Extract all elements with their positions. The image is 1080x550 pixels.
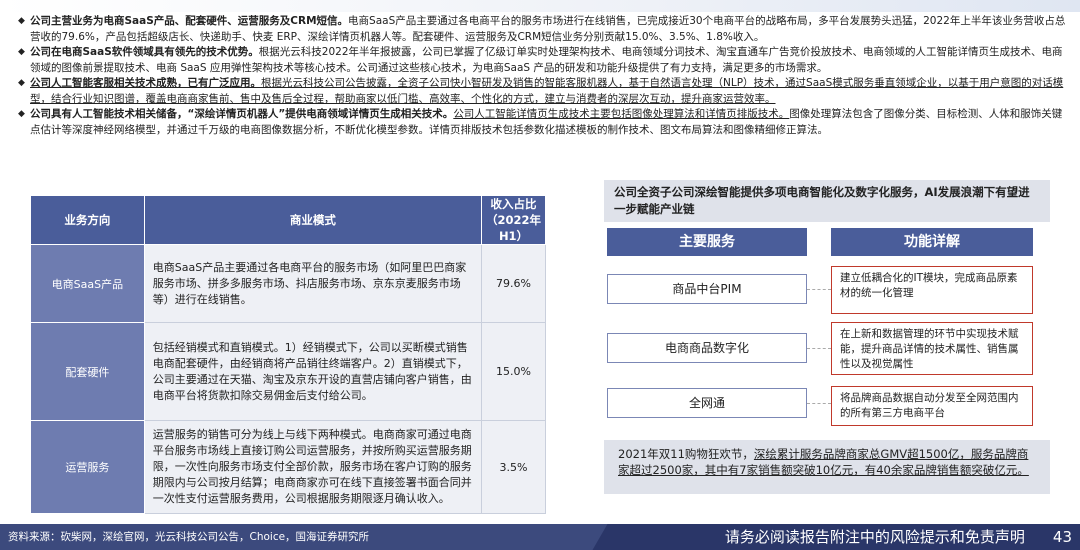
bullet-4-body-underlined: 公司人工智能详情页生成技术主要包括图像处理算法和详情页排版技术。 — [453, 108, 790, 120]
right-panel-title: 公司全资子公司深绘智能提供多项电商智能化及数字化服务，AI发展浪潮下有望进一步赋… — [604, 180, 1050, 222]
right-panel-bottom-note: 2021年双11购物狂欢节，深绘累计服务品牌商家总GMV超1500亿，服务品牌商… — [604, 440, 1050, 494]
service-box-digitization: 电商商品数字化 — [607, 333, 807, 363]
table-cell-share: 3.5% — [481, 420, 546, 514]
table-cell-direction: 配套硬件 — [30, 322, 145, 421]
footer-disclaimer: 请务必阅读报告附注中的风险提示和免责声明 — [724, 528, 1025, 546]
table-cell-share: 79.6% — [481, 244, 546, 323]
bullet-diamond-icon: ◆ — [18, 78, 25, 88]
top-decoration — [0, 0, 1080, 12]
services-header: 主要服务 — [607, 228, 807, 256]
table-row: 电商SaaS产品 电商SaaS产品主要通过各电商平台的服务市场（如阿里巴巴商家服… — [30, 244, 546, 323]
bullet-4: ◆ 公司具有人工智能技术相关储备，“深绘详情页机器人”提供电商领域详情页生成相关… — [18, 107, 1068, 138]
footer-disclaimer-bar: 请务必阅读报告附注中的风险提示和免责声明 43 — [620, 524, 1080, 550]
details-header: 功能详解 — [831, 228, 1033, 256]
footer: 资料来源：砍柴网，深绘官网，光云科技公司公告，Choice，国海证券研究所 请务… — [0, 524, 1080, 550]
detail-box-omnichannel: 将品牌商品数据自动分发至全网范围内的所有第三方电商平台 — [831, 386, 1033, 426]
table-cell-model: 包括经销模式和直销模式。1）经销模式下，公司以买断模式销售电商配套硬件，由经销商… — [143, 322, 483, 421]
bullet-2-head: 公司在电商SaaS软件领域具有领先的技术优势。 — [30, 46, 259, 58]
connector-line — [807, 348, 831, 349]
table-header-share: 收入占比（2022年H1） — [481, 195, 546, 245]
bullet-3-head: 公司人工智能客服相关技术成熟，已有广泛应用。 — [30, 77, 261, 89]
table-cell-direction: 运营服务 — [30, 420, 145, 514]
service-box-omnichannel: 全网通 — [607, 388, 807, 418]
bullet-diamond-icon: ◆ — [18, 47, 25, 57]
bullet-4-head: 公司具有人工智能技术相关储备，“深绘详情页机器人”提供电商领域详情页生成相关技术… — [30, 108, 454, 120]
bullet-diamond-icon: ◆ — [18, 109, 25, 119]
detail-box-pim: 建立低耦合化的IT模块，完成商品原素材的统一化管理 — [831, 266, 1033, 314]
connector-line — [807, 403, 831, 404]
table-cell-model: 运营服务的销售可分为线上与线下两种模式。电商商家可通过电商平台服务市场线上直接订… — [143, 420, 483, 514]
bullet-1: ◆ 公司主营业务为电商SaaS产品、配套硬件、运营服务及CRM短信。电商SaaS… — [18, 14, 1068, 45]
bullet-2: ◆ 公司在电商SaaS软件领域具有领先的技术优势。根据光云科技2022年半年报披… — [18, 45, 1068, 76]
bullet-diamond-icon: ◆ — [18, 16, 25, 26]
table-header-row: 业务方向 商业模式 收入占比（2022年H1） — [30, 195, 546, 245]
table-header-model: 商业模式 — [143, 195, 483, 245]
table-header-direction: 业务方向 — [30, 195, 145, 245]
table-row: 运营服务 运营服务的销售可分为线上与线下两种模式。电商商家可通过电商平台服务市场… — [30, 420, 546, 514]
page-number: 43 — [1052, 528, 1072, 546]
table-cell-model: 电商SaaS产品主要通过各电商平台的服务市场（如阿里巴巴商家服务市场、拼多多服务… — [143, 244, 483, 323]
table-cell-share: 15.0% — [481, 322, 546, 421]
bottom-note-plain: 2021年双11购物狂欢节， — [618, 447, 754, 461]
table-cell-direction: 电商SaaS产品 — [30, 244, 145, 323]
connector-line — [807, 289, 831, 290]
service-box-pim: 商品中台PIM — [607, 274, 807, 304]
bullet-1-head: 公司主营业务为电商SaaS产品、配套硬件、运营服务及CRM短信。 — [30, 15, 349, 27]
detail-box-digitization: 在上新和数据管理的环节中实现技术赋能，提升商品详情的技术属性、销售属性以及视觉属… — [831, 322, 1033, 375]
business-model-table: 业务方向 商业模式 收入占比（2022年H1） 电商SaaS产品 电商SaaS产… — [30, 195, 546, 514]
table-row: 配套硬件 包括经销模式和直销模式。1）经销模式下，公司以买断模式销售电商配套硬件… — [30, 322, 546, 421]
bullet-3: ◆ 公司人工智能客服相关技术成熟，已有广泛应用。根据光云科技公司公告披露，全资子… — [18, 76, 1068, 107]
bullet-list: ◆ 公司主营业务为电商SaaS产品、配套硬件、运营服务及CRM短信。电商SaaS… — [18, 14, 1068, 138]
footer-source: 资料来源：砍柴网，深绘官网，光云科技公司公告，Choice，国海证券研究所 — [0, 524, 620, 550]
